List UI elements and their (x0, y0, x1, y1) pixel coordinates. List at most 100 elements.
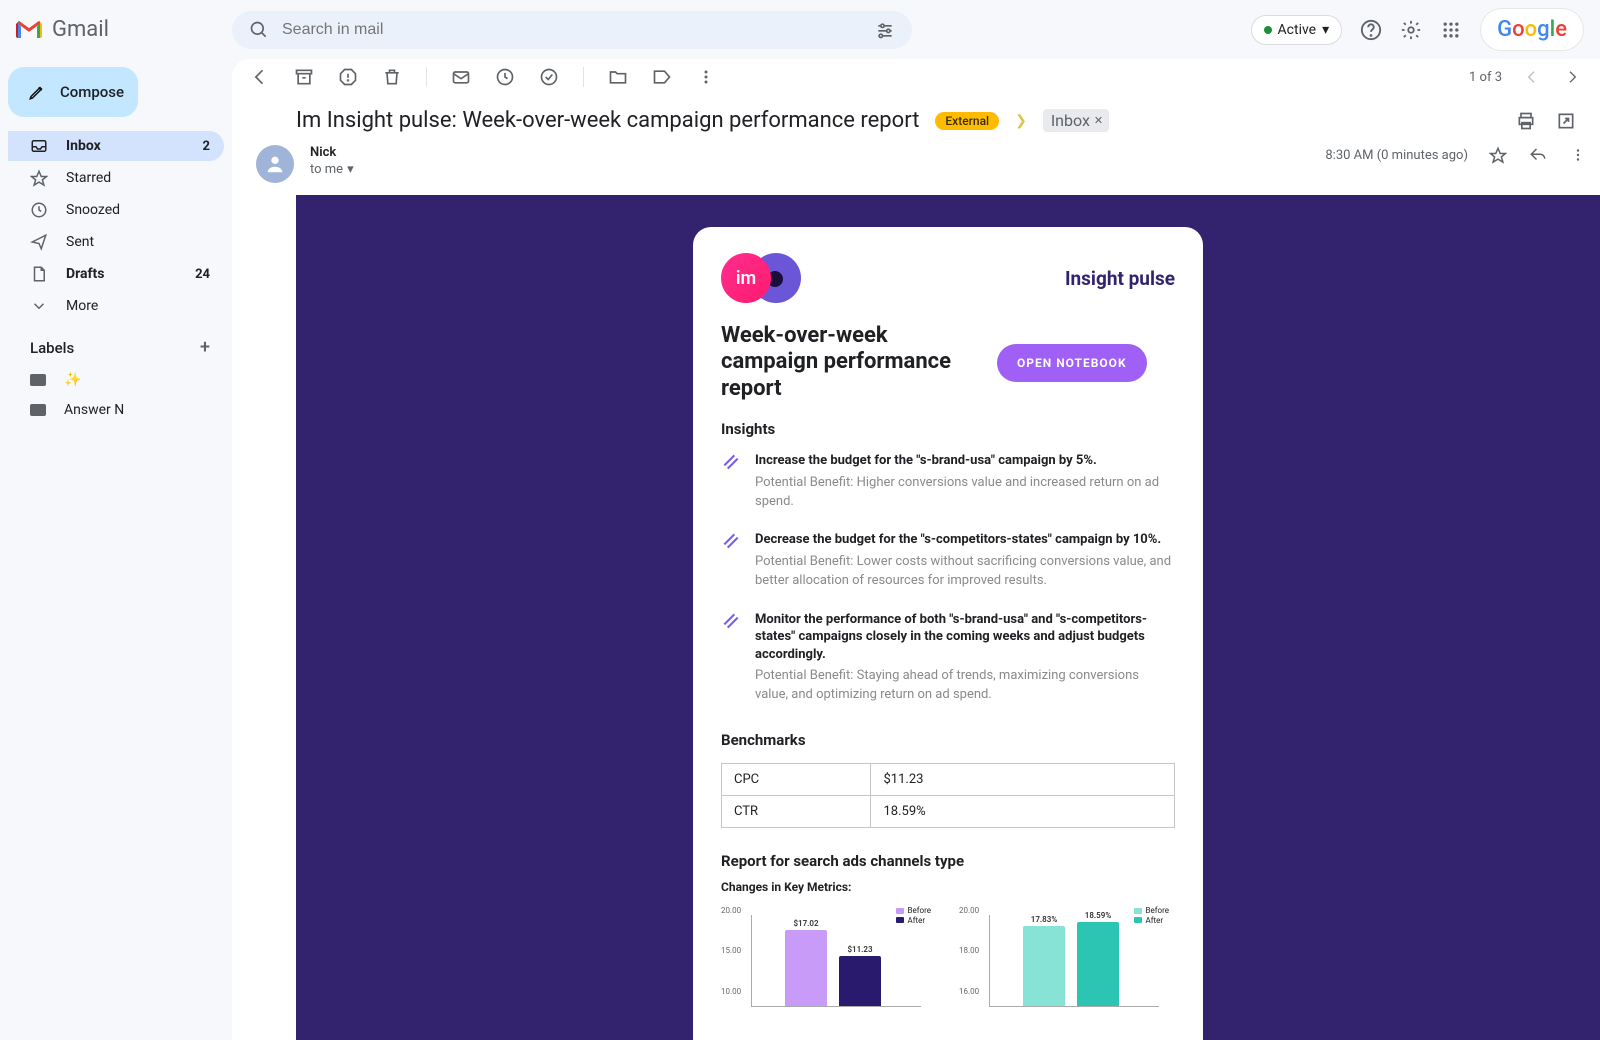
reply-button[interactable] (1528, 145, 1548, 165)
gmail-logo-icon (16, 20, 42, 40)
header-right: Active ▾ Google (1251, 8, 1584, 51)
charts-row: Before After 20.00 15.00 10.00 (721, 906, 1175, 1016)
inbox-chip[interactable]: Inbox ✕ (1043, 109, 1109, 132)
send-icon (30, 233, 48, 251)
insight-desc: Potential Benefit: Higher conversions va… (755, 474, 1175, 512)
more-button[interactable] (696, 67, 716, 87)
compose-label: Compose (60, 83, 124, 101)
status-label: Active (1278, 22, 1317, 38)
bar-label: 18.59% (1085, 911, 1111, 920)
sidebar-item-inbox[interactable]: Inbox 2 (8, 131, 224, 161)
gear-icon[interactable] (1400, 19, 1422, 41)
move-button[interactable] (608, 67, 628, 87)
insight-desc: Potential Benefit: Staying ahead of tren… (755, 667, 1175, 705)
report-section-header: Report for search ads channels type (721, 852, 1175, 870)
sidebar-item-sent[interactable]: Sent (8, 227, 224, 257)
sidebar-item-label: Starred (66, 170, 111, 186)
archive-button[interactable] (294, 67, 314, 87)
separator (426, 67, 427, 87)
labels-title: Labels (30, 339, 74, 357)
prev-button[interactable] (1522, 67, 1542, 87)
label-name: Answer N (64, 402, 124, 418)
inbox-chip-label: Inbox (1051, 111, 1090, 130)
star-message-button[interactable] (1488, 145, 1508, 165)
insight-title: Decrease the budget for the "s-competito… (755, 531, 1175, 549)
label-button[interactable] (652, 67, 672, 87)
bar-after (839, 956, 881, 1006)
expand-recipients-icon[interactable]: ▾ (347, 162, 354, 177)
newsletter-card: im Insight pulse Week-over-week campaign… (693, 227, 1203, 1040)
sidebar-item-label: Drafts (66, 266, 104, 282)
ctr-chart: Before After 20.00 18.00 16.00 (959, 906, 1169, 1016)
sender-row: Nick to me ▾ 8:30 AM (0 minutes ago) (232, 137, 1600, 195)
search-icon (248, 19, 270, 41)
print-button[interactable] (1516, 111, 1536, 131)
star-icon (30, 169, 48, 187)
avatar[interactable] (256, 145, 294, 183)
next-button[interactable] (1562, 67, 1582, 87)
benchmarks-section-header: Benchmarks (721, 731, 1175, 749)
bar-after (1077, 922, 1119, 1006)
brand: Gmail (16, 17, 216, 42)
help-icon[interactable] (1360, 19, 1382, 41)
newsletter-brand-label: Insight pulse (1065, 267, 1175, 290)
insight-title: Increase the budget for the "s-brand-usa… (755, 452, 1175, 470)
message-more-button[interactable] (1568, 145, 1588, 165)
open-new-window-button[interactable] (1556, 111, 1576, 131)
app-header: Gmail Active ▾ Google (0, 0, 1600, 59)
status-dot-icon (1264, 26, 1272, 34)
toolbar: 1 of 3 (232, 59, 1600, 96)
benchmark-metric: CPC (722, 763, 871, 795)
sidebar-item-starred[interactable]: Starred (8, 163, 224, 193)
mark-unread-button[interactable] (451, 67, 471, 87)
status-chip[interactable]: Active ▾ (1251, 15, 1343, 45)
benchmark-value: $11.23 (871, 763, 1175, 795)
to-line[interactable]: to me ▾ (310, 162, 354, 177)
cpc-chart: Before After 20.00 15.00 10.00 (721, 906, 931, 1016)
label-item-sparkle[interactable]: ✨ (8, 366, 224, 394)
label-swatch-icon (30, 404, 46, 416)
sidebar-item-label: Snoozed (66, 202, 120, 218)
add-task-button[interactable] (539, 67, 559, 87)
insight-desc: Potential Benefit: Lower costs without s… (755, 553, 1175, 591)
newsletter-background: im Insight pulse Week-over-week campaign… (296, 195, 1600, 1040)
label-swatch-icon (30, 374, 46, 386)
file-icon (30, 265, 48, 283)
pencil-icon (28, 83, 46, 101)
apps-grid-icon[interactable] (1440, 19, 1462, 41)
tune-icon[interactable] (874, 19, 896, 41)
subject-row: Im Insight pulse: Week-over-week campaig… (232, 96, 1600, 137)
sidebar-item-snoozed[interactable]: Snoozed (8, 195, 224, 225)
chevron-down-icon (30, 297, 48, 315)
sidebar: Compose Inbox 2 Starred Snoozed Sent (0, 59, 232, 1040)
insight-title: Monitor the performance of both "s-brand… (755, 611, 1175, 664)
external-chip: External (935, 112, 999, 130)
back-button[interactable] (250, 67, 270, 87)
benchmark-metric: CTR (722, 795, 871, 827)
sidebar-item-count: 2 (203, 139, 210, 154)
google-account-button[interactable]: Google (1480, 8, 1584, 51)
compose-button[interactable]: Compose (8, 67, 138, 117)
delete-button[interactable] (382, 67, 402, 87)
pagination-label: 1 of 3 (1469, 70, 1502, 85)
label-arrow-icon: ❯ (1015, 113, 1027, 129)
y-axis: 20.00 18.00 16.00 (959, 906, 979, 996)
main-panel: 1 of 3 Im Insight pulse: Week-over-week … (232, 59, 1600, 1040)
sidebar-item-more[interactable]: More (8, 291, 224, 321)
newsletter-title: Week-over-week campaign performance repo… (721, 323, 981, 402)
newsletter-logo: im (721, 253, 799, 303)
sidebar-item-label: Inbox (66, 138, 101, 154)
label-item-answer-n[interactable]: Answer N (8, 396, 224, 424)
search-bar[interactable] (232, 11, 912, 49)
remove-label-icon[interactable]: ✕ (1094, 114, 1103, 127)
snooze-button[interactable] (495, 67, 515, 87)
open-notebook-button[interactable]: OPEN NOTEBOOK (997, 344, 1147, 382)
sidebar-item-drafts[interactable]: Drafts 24 (8, 259, 224, 289)
add-label-button[interactable]: + (200, 337, 210, 358)
table-row: CPC $11.23 (722, 763, 1175, 795)
labels-header: Labels + (8, 323, 224, 364)
bar-label: $11.23 (847, 945, 872, 954)
inbox-icon (30, 137, 48, 155)
search-input[interactable] (282, 21, 862, 39)
spam-button[interactable] (338, 67, 358, 87)
